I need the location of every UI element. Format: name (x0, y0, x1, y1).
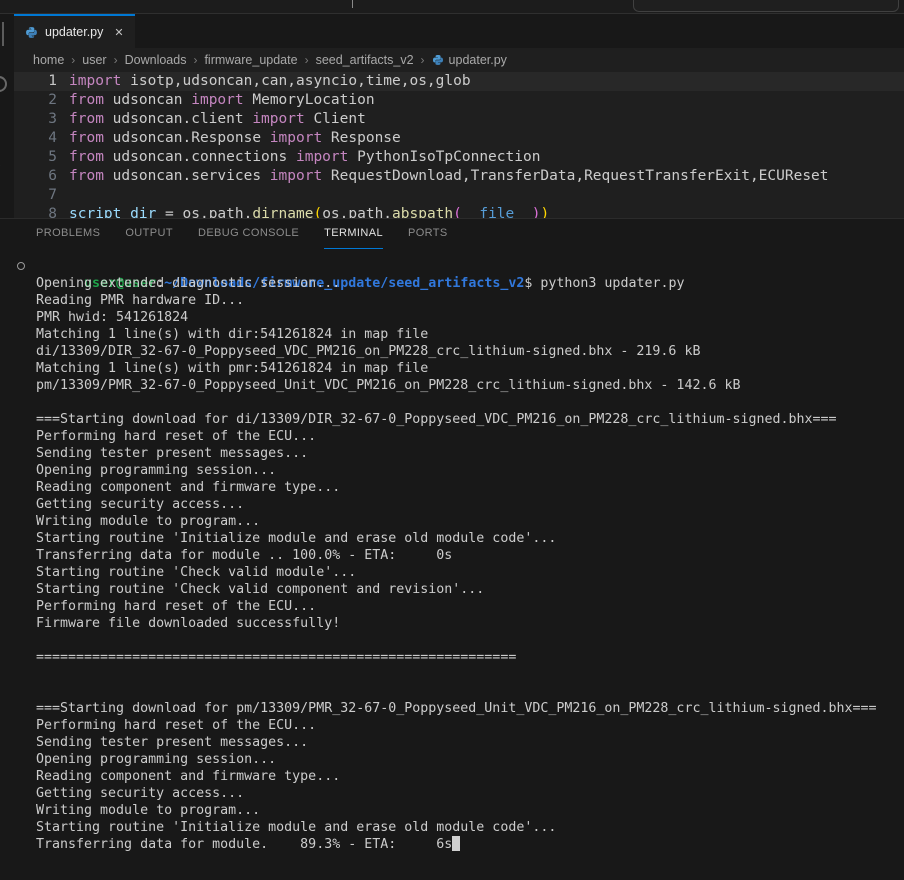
terminal-line (36, 666, 904, 683)
breadcrumb-item[interactable]: home (33, 53, 64, 67)
tab-bar: updater.py ✕ (14, 14, 904, 48)
line-number: 2 (14, 91, 57, 110)
terminal-line: Starting routine 'Check valid component … (36, 581, 904, 598)
breadcrumb-items: home › user › Downloads › firmware_update › seed… (33, 53, 432, 67)
terminal-line: Transferring data for module. 89.3% - ET… (36, 836, 904, 853)
terminal-cursor (452, 836, 460, 851)
code-line: 2from udsoncan import MemoryLocation (14, 91, 904, 110)
code-line: 1import isotp,udsoncan,can,asyncio,time,… (14, 72, 904, 91)
chevron-right-icon: › (305, 53, 309, 67)
terminal-line: Writing module to program... (36, 802, 904, 819)
terminal-line: Firmware file downloaded successfully! (36, 615, 904, 632)
terminal-line: ===Starting download for di/13309/DIR_32… (36, 411, 904, 428)
panel-tab-ports[interactable]: PORTS (408, 219, 448, 249)
terminal-line: Matching 1 line(s) with dir:541261824 in… (36, 326, 904, 343)
terminal-line (36, 394, 904, 411)
line-number: 3 (14, 110, 57, 129)
terminal-line: Opening extended diagnostic session... (36, 275, 904, 292)
terminal-line: Opening programming session... (36, 462, 904, 479)
panel-tab-terminal[interactable]: TERMINAL (324, 219, 383, 249)
tab-updater-py[interactable]: updater.py ✕ (14, 14, 135, 48)
terminal-line: Getting security access... (36, 785, 904, 802)
terminal-line: Reading component and firmware type... (36, 479, 904, 496)
cutoff-activitybar-icon (2, 22, 4, 46)
terminal-line: Matching 1 line(s) with pmr:541261824 in… (36, 360, 904, 377)
code-lines: 1import isotp,udsoncan,can,asyncio,time,… (14, 72, 904, 218)
terminal-line: PMR hwid: 541261824 (36, 309, 904, 326)
terminal-line (36, 683, 904, 700)
terminal-line: Performing hard reset of the ECU... (36, 428, 904, 445)
breadcrumb: home › user › Downloads › firmware_update › seed… (14, 48, 904, 72)
line-number: 8 (14, 205, 57, 218)
terminal-line: Transferring data for module .. 100.0% -… (36, 547, 904, 564)
title-bar (0, 0, 904, 14)
terminal-line: Sending tester present messages... (36, 445, 904, 462)
panel-tab-problems[interactable]: PROBLEMS (36, 219, 100, 249)
terminal-line: Opening programming session... (36, 751, 904, 768)
cutoff-search-icon (0, 76, 7, 92)
terminal-output: Opening extended diagnostic session...Re… (36, 275, 904, 853)
terminal-line: Performing hard reset of the ECU... (36, 717, 904, 734)
terminal-line: Starting routine 'Check valid module'... (36, 564, 904, 581)
breadcrumb-item[interactable]: firmware_update (204, 53, 297, 67)
command-center-searchbox[interactable] (633, 0, 899, 12)
cutoff-titlebar-icon (352, 0, 353, 8)
close-icon[interactable]: ✕ (114, 26, 123, 39)
terminal-line: ===Starting download for pm/13309/PMR_32… (36, 700, 904, 717)
code-line: 8script_dir = os.path.dirname(os.path.ab… (14, 205, 904, 218)
line-number: 4 (14, 129, 57, 148)
chevron-right-icon: › (71, 53, 75, 67)
terminal-line: Starting routine 'Initialize module and … (36, 819, 904, 836)
panel-tab-bar: PROBLEMS OUTPUT DEBUG CONSOLE TERMINAL PORTS (0, 219, 904, 249)
code-line: 6from udsoncan.services import RequestDo… (14, 167, 904, 186)
terminal-prompt-line: user@user:~/Downloads/firmware_update/se… (36, 258, 904, 275)
chevron-right-icon: › (0, 156, 1, 172)
code-editor[interactable]: 1import isotp,udsoncan,can,asyncio,time,… (14, 72, 904, 218)
code-line: 4from udsoncan.Response import Response (14, 129, 904, 148)
terminal-line: Sending tester present messages... (36, 734, 904, 751)
vscode-window: › updater.py ✕ home › user › Downloads › firmw… (0, 0, 904, 880)
terminal-line (36, 632, 904, 649)
python-file-icon (432, 54, 444, 66)
terminal-line: Writing module to program... (36, 513, 904, 530)
line-number: 7 (14, 186, 57, 205)
chevron-right-icon: › (421, 53, 425, 67)
breadcrumb-item[interactable]: seed_artifacts_v2 (316, 53, 414, 67)
terminal-line: di/13309/DIR_32-67-0_Poppyseed_VDC_PM216… (36, 343, 904, 360)
code-line: 5from udsoncan.connections import Python… (14, 148, 904, 167)
python-file-icon (25, 26, 38, 39)
tab-label: updater.py (45, 25, 103, 39)
terminal[interactable]: user@user:~/Downloads/firmware_update/se… (0, 249, 904, 880)
command-decoration-icon[interactable] (17, 262, 25, 270)
terminal-line: Reading PMR hardware ID... (36, 292, 904, 309)
code-line: 7 (14, 186, 904, 205)
panel-tab-debug-console[interactable]: DEBUG CONSOLE (198, 219, 299, 249)
code-line: 3from udsoncan.client import Client (14, 110, 904, 129)
panel-tab-output[interactable]: OUTPUT (125, 219, 173, 249)
line-number: 1 (14, 72, 57, 91)
chevron-right-icon: › (193, 53, 197, 67)
breadcrumb-item[interactable]: user (82, 53, 106, 67)
line-number: 6 (14, 167, 57, 186)
breadcrumb-file[interactable]: updater.py (449, 53, 507, 67)
terminal-line: pm/13309/PMR_32-67-0_Poppyseed_Unit_VDC_… (36, 377, 904, 394)
panel-tabs: PROBLEMS OUTPUT DEBUG CONSOLE TERMINAL PORTS (36, 219, 448, 249)
terminal-line: Getting security access... (36, 496, 904, 513)
chevron-right-icon: › (114, 53, 118, 67)
terminal-line: ========================================… (36, 649, 904, 666)
line-number: 5 (14, 148, 57, 167)
terminal-line: Reading component and firmware type... (36, 768, 904, 785)
breadcrumb-item[interactable]: Downloads (125, 53, 187, 67)
terminal-line: Starting routine 'Initialize module and … (36, 530, 904, 547)
terminal-line: Performing hard reset of the ECU... (36, 598, 904, 615)
